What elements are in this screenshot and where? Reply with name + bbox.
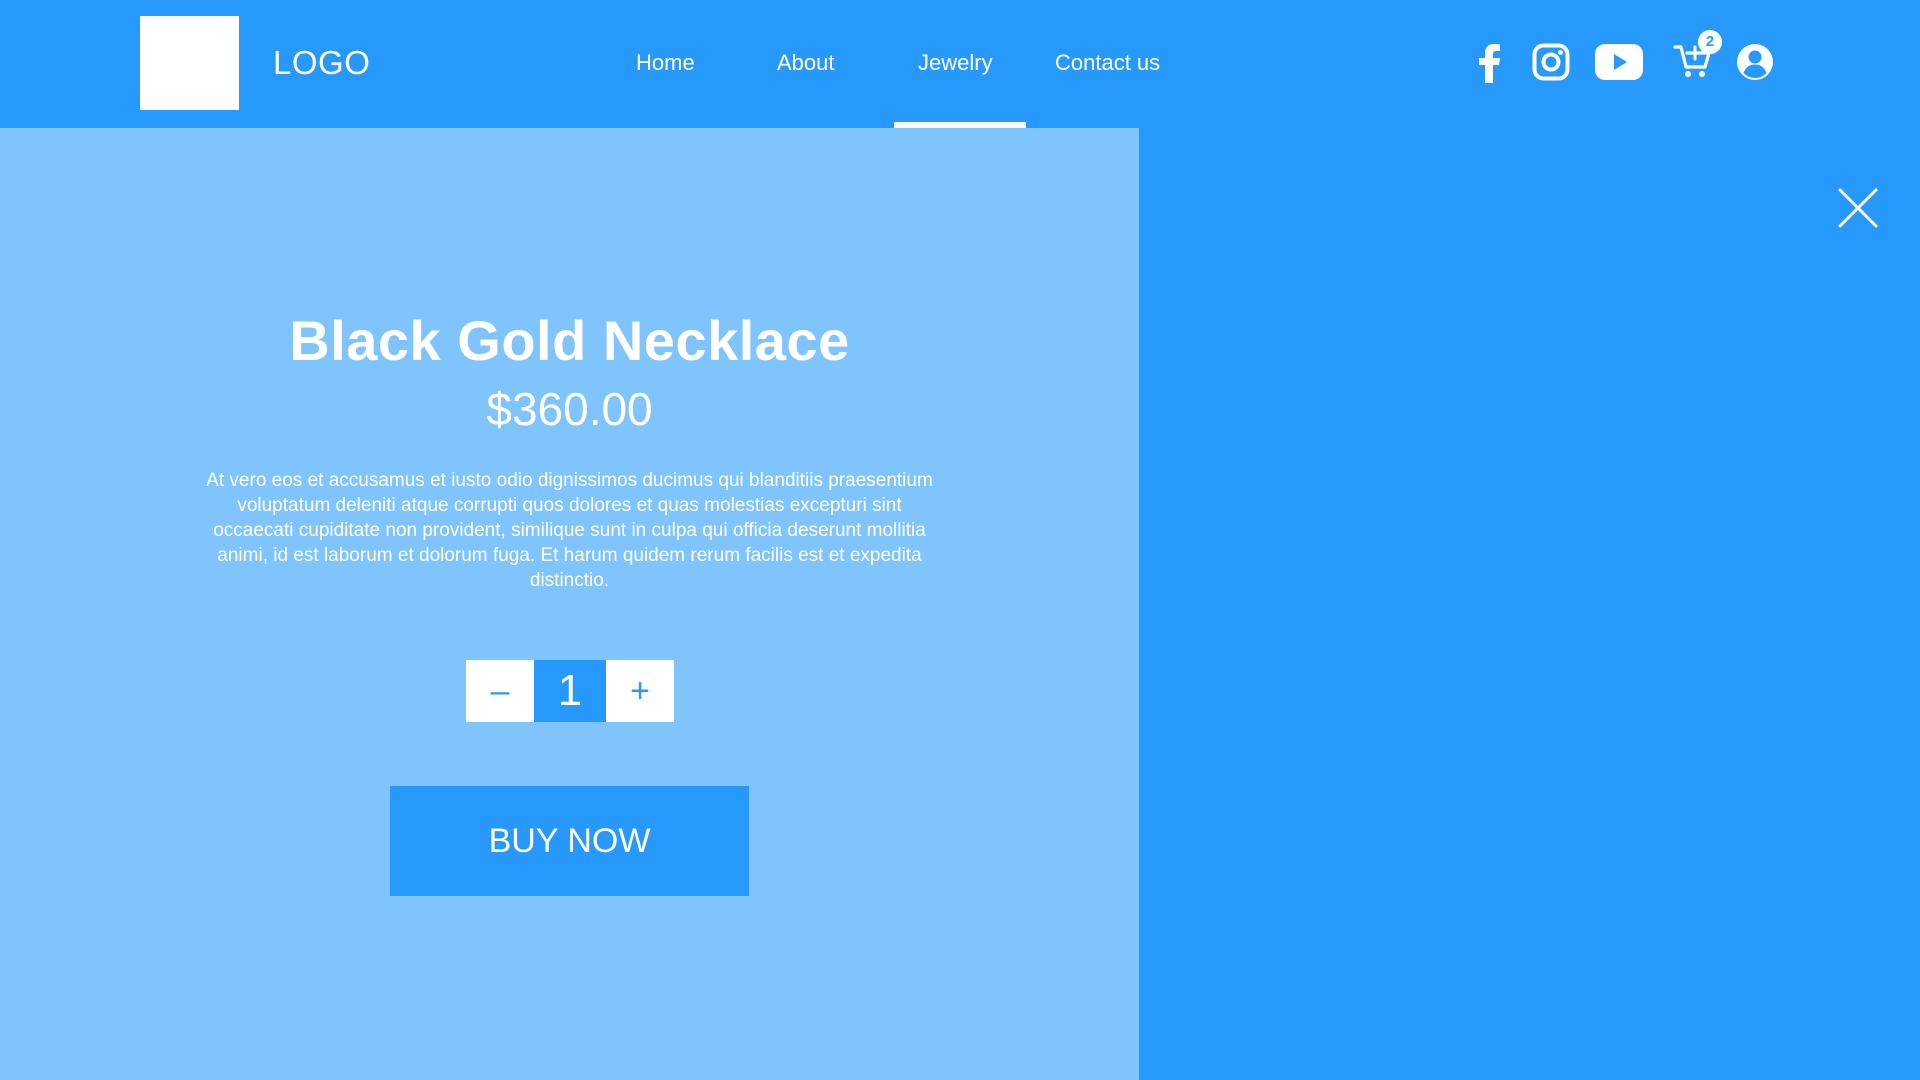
buy-now-button[interactable]: BUY NOW <box>390 786 749 896</box>
site-header: LOGO Home About Jewelry Contact us 2 <box>0 0 1920 128</box>
logo-placeholder[interactable] <box>140 16 239 110</box>
user-icon[interactable] <box>1736 43 1774 81</box>
product-price: $360.00 <box>486 383 653 435</box>
logo-text[interactable]: LOGO <box>273 44 370 82</box>
quantity-stepper: – 1 + <box>466 660 674 722</box>
nav-about[interactable]: About <box>777 50 835 76</box>
product-description: At vero eos et accusamus et iusto odio d… <box>206 470 933 591</box>
nav-jewelry[interactable]: Jewelry <box>918 50 993 76</box>
product-title: Black Gold Necklace <box>289 309 850 372</box>
instagram-icon[interactable] <box>1532 43 1570 81</box>
facebook-icon[interactable] <box>1474 43 1504 83</box>
quantity-decrease-button[interactable]: – <box>466 660 534 722</box>
quantity-value[interactable]: 1 <box>534 660 606 722</box>
close-icon[interactable] <box>1838 188 1878 228</box>
quantity-increase-button[interactable]: + <box>606 660 674 722</box>
nav-contact-us[interactable]: Contact us <box>1055 50 1160 76</box>
product-panel: Black Gold Necklace $360.00 At vero eos … <box>0 128 1139 1080</box>
youtube-icon[interactable] <box>1595 44 1643 80</box>
cart-count-badge: 2 <box>1698 30 1722 54</box>
nav-home[interactable]: Home <box>636 50 695 76</box>
